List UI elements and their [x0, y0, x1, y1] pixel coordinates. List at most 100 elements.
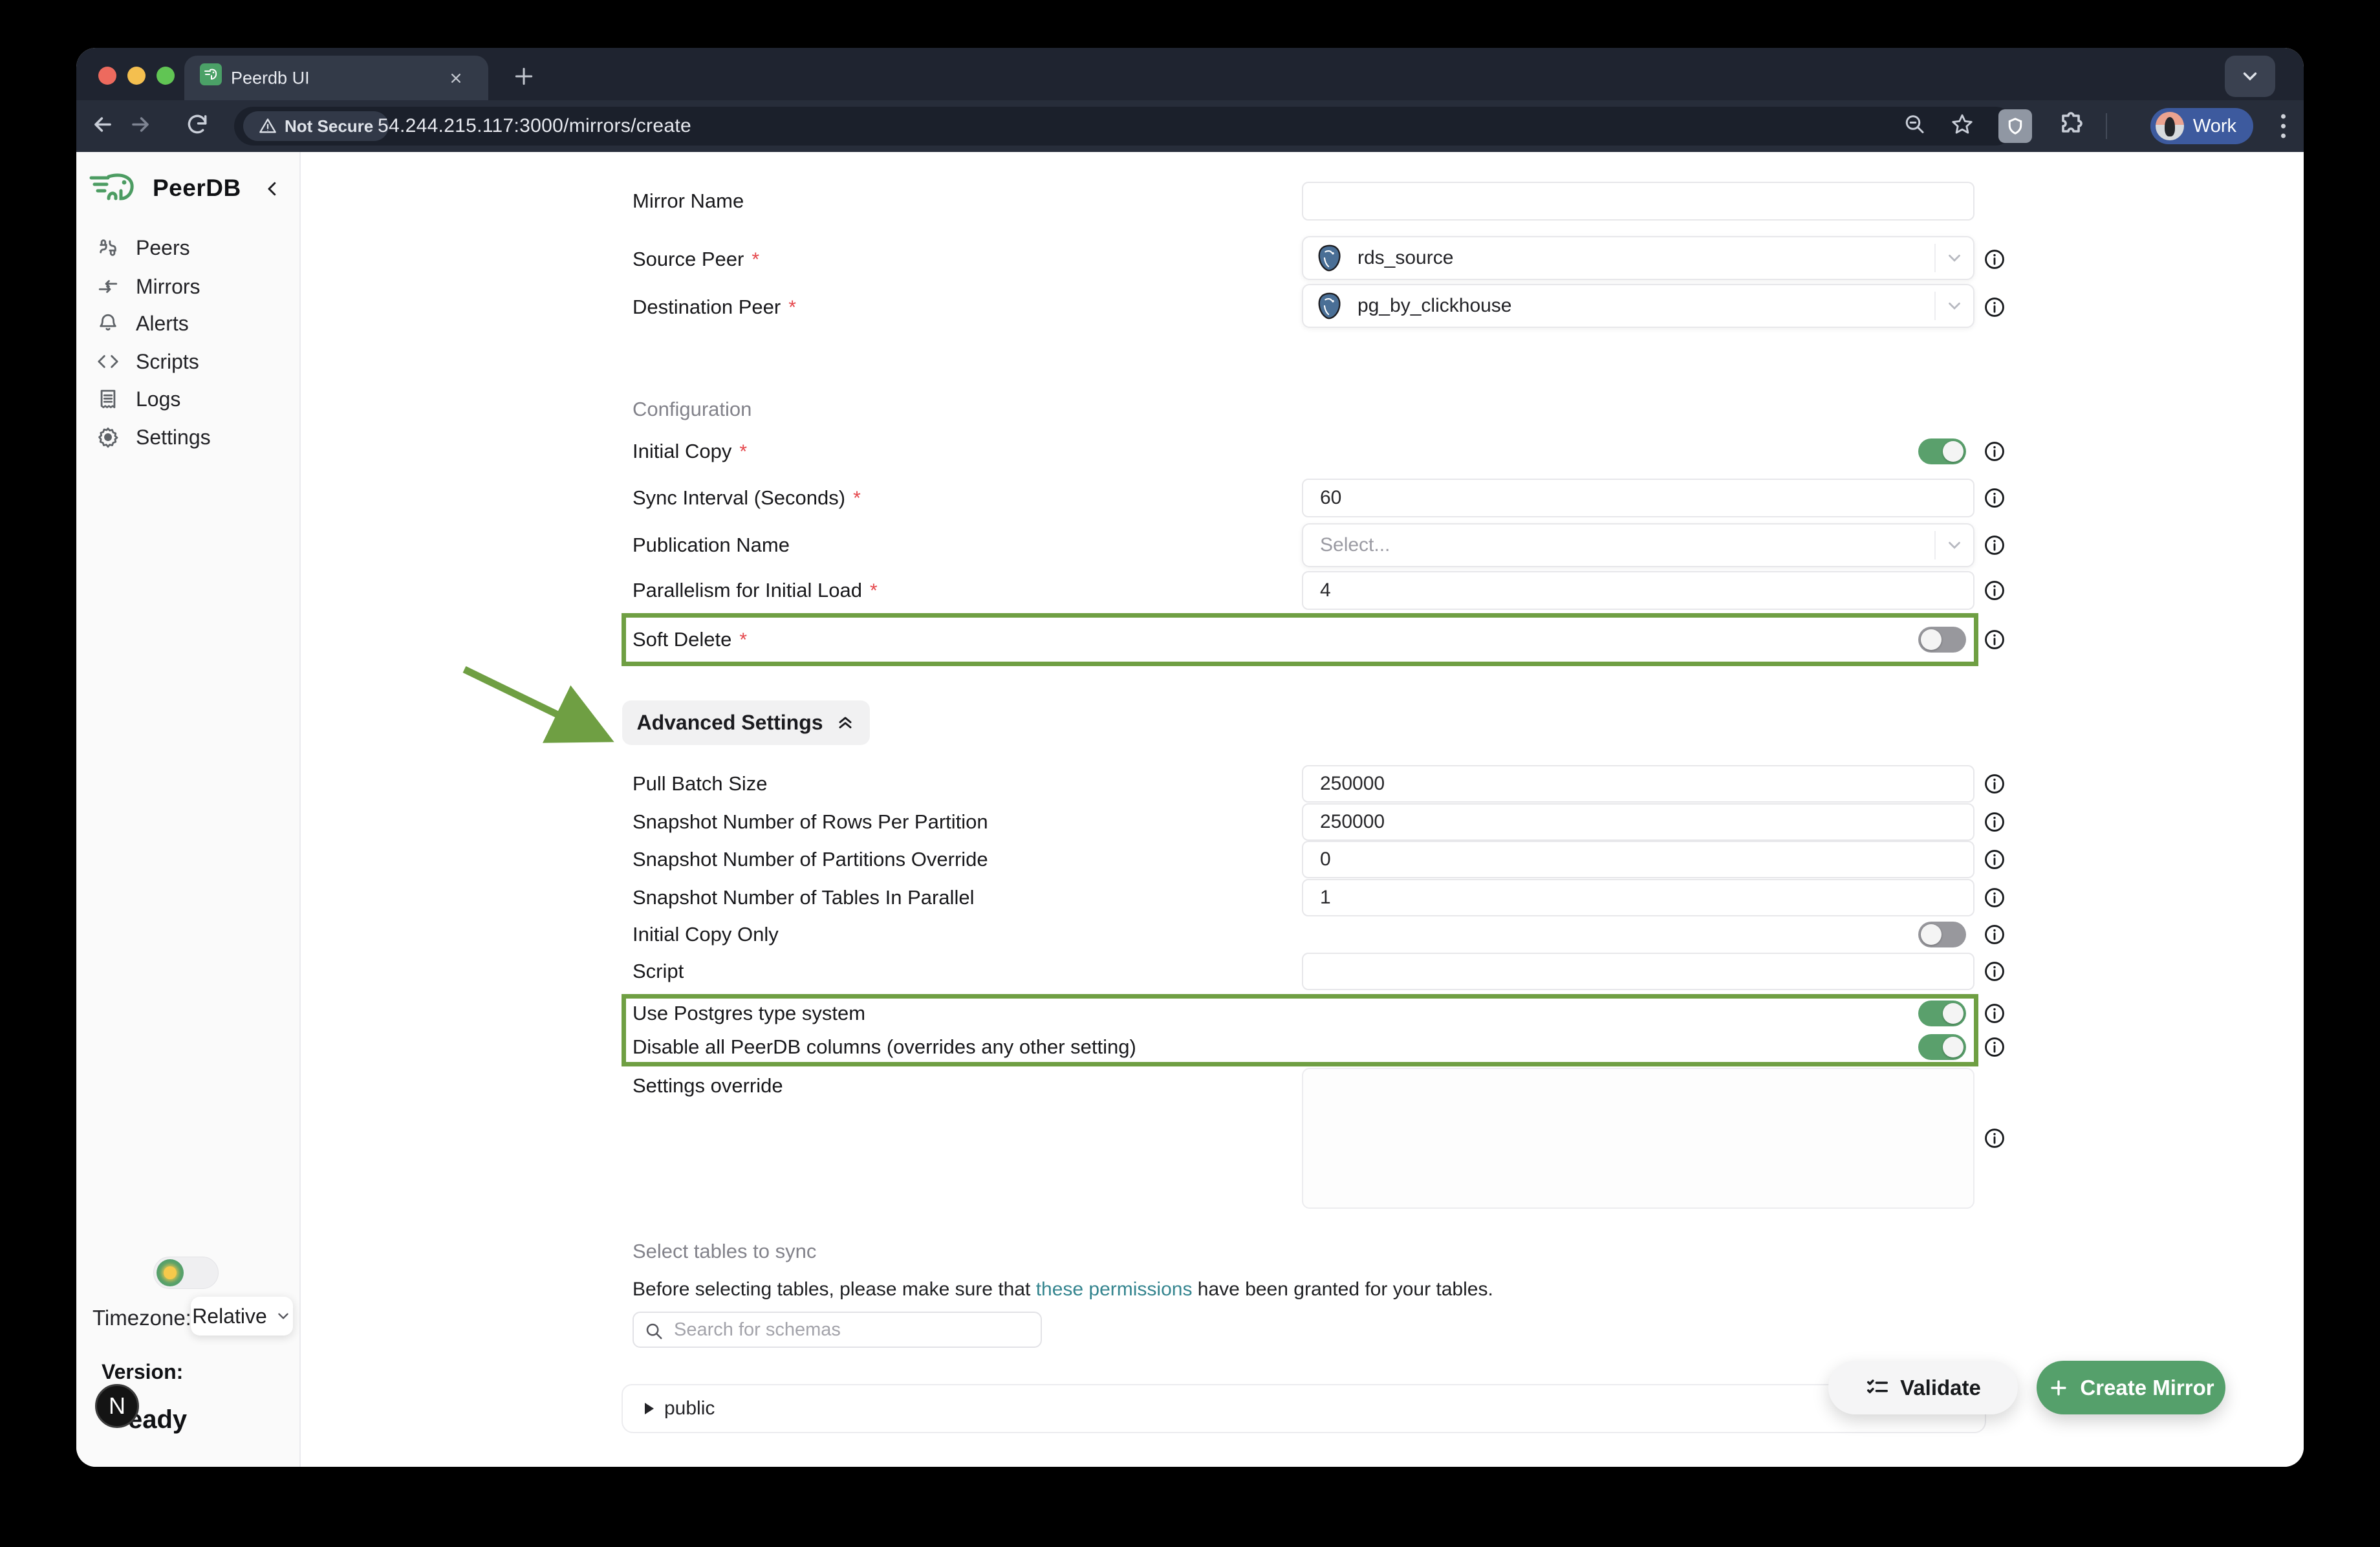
parallelism-input[interactable]	[1302, 571, 1974, 610]
snapshot-tables-input[interactable]	[1302, 879, 1974, 916]
bookmark-star-icon[interactable]	[1950, 113, 1974, 140]
settings-override-textarea[interactable]	[1302, 1068, 1974, 1209]
profile-name: Work	[2193, 116, 2236, 137]
shield-extension-icon[interactable]	[1998, 109, 2032, 143]
chevron-down-icon[interactable]	[1945, 296, 1964, 316]
sidebar-item-label: Scripts	[136, 350, 199, 374]
sidebar-item-scripts[interactable]: Scripts	[76, 343, 299, 380]
theme-toggle[interactable]	[153, 1257, 219, 1289]
chevron-down-icon[interactable]	[1945, 248, 1964, 268]
info-icon[interactable]	[1984, 440, 2006, 462]
sidebar-item-label: Logs	[136, 387, 180, 411]
bell-icon	[97, 312, 119, 334]
script-input[interactable]	[1302, 953, 1974, 990]
snapshot-rows-input[interactable]	[1302, 803, 1974, 841]
initial-copy-only-toggle[interactable]	[1918, 922, 1966, 947]
snapshot-tables-label: Snapshot Number of Tables In Parallel	[633, 886, 974, 909]
destination-peer-select[interactable]: pg_by_clickhouse	[1302, 284, 1974, 328]
validate-button[interactable]: Validate	[1828, 1361, 2018, 1414]
info-icon[interactable]	[1984, 887, 2006, 909]
sidebar-item-settings[interactable]: Settings	[76, 419, 299, 455]
source-peer-select[interactable]: rds_source	[1302, 236, 1974, 280]
sidebar-item-peers[interactable]: Peers	[76, 230, 299, 266]
list-checks-icon	[1865, 1376, 1890, 1400]
forward-icon[interactable]	[128, 113, 153, 140]
snapshot-partitions-label: Snapshot Number of Partitions Override	[633, 848, 988, 871]
info-icon[interactable]	[1984, 811, 2006, 833]
info-icon[interactable]	[1984, 960, 2006, 982]
back-icon[interactable]	[91, 113, 115, 140]
info-icon[interactable]	[1984, 1002, 2006, 1024]
initial-copy-label: Initial Copy*	[633, 440, 747, 463]
new-tab-icon[interactable]	[511, 63, 537, 89]
info-icon[interactable]	[1984, 1127, 2006, 1149]
pull-batch-size-input[interactable]	[1302, 765, 1974, 803]
pull-batch-size-label: Pull Batch Size	[633, 772, 768, 795]
publication-placeholder: Select...	[1320, 534, 1390, 556]
configuration-heading: Configuration	[633, 398, 752, 421]
tab-search-chevron-icon[interactable]	[2225, 56, 2275, 97]
extensions-puzzle-icon[interactable]	[2057, 111, 2088, 145]
warning-triangle-icon	[259, 117, 277, 135]
close-window-button[interactable]	[98, 67, 116, 85]
sidebar-item-mirrors[interactable]: Mirrors	[76, 268, 299, 305]
soft-delete-toggle[interactable]	[1918, 627, 1966, 653]
info-icon[interactable]	[1984, 487, 2006, 509]
publication-name-select[interactable]: Select...	[1302, 523, 1974, 567]
schema-row-public[interactable]: public	[645, 1398, 715, 1420]
arrows-mirror-icon	[97, 276, 119, 298]
info-icon[interactable]	[1984, 248, 2006, 270]
code-icon	[97, 351, 119, 373]
close-tab-icon[interactable]	[447, 69, 465, 87]
mirror-name-input[interactable]	[1302, 182, 1974, 221]
zoom-out-icon[interactable]	[1903, 113, 1927, 140]
disable-peerdb-columns-toggle[interactable]	[1918, 1034, 1966, 1060]
destination-peer-value: pg_by_clickhouse	[1358, 295, 1512, 317]
maximize-window-button[interactable]	[157, 67, 175, 85]
schema-search[interactable]	[633, 1312, 1042, 1348]
tab-title: Peerdb UI	[231, 68, 310, 88]
profile-chip[interactable]: Work	[2150, 108, 2253, 144]
advanced-settings-toggle[interactable]: Advanced Settings	[622, 700, 870, 745]
snapshot-partitions-input[interactable]	[1302, 841, 1974, 878]
nextjs-dev-badge[interactable]: N	[95, 1384, 139, 1428]
postgres-icon	[1315, 291, 1345, 321]
sidebar-item-alerts[interactable]: Alerts	[76, 305, 299, 341]
not-secure-chip[interactable]: Not Secure	[243, 111, 389, 141]
info-icon[interactable]	[1984, 924, 2006, 946]
sidebar-item-label: Settings	[136, 426, 211, 449]
use-postgres-type-toggle[interactable]	[1918, 1001, 1966, 1026]
info-icon[interactable]	[1984, 534, 2006, 556]
toolbar-divider	[2106, 113, 2107, 139]
schema-search-input[interactable]	[674, 1313, 1034, 1347]
sidebar-item-logs[interactable]: Logs	[76, 381, 299, 417]
chevrons-up-icon	[835, 713, 856, 733]
minimize-window-button[interactable]	[127, 67, 146, 85]
sync-interval-input[interactable]	[1302, 479, 1974, 517]
info-icon[interactable]	[1984, 629, 2006, 651]
chevron-down-icon[interactable]	[1945, 536, 1964, 555]
info-icon[interactable]	[1984, 773, 2006, 795]
browser-menu-icon[interactable]	[2281, 114, 2286, 138]
info-icon[interactable]	[1984, 296, 2006, 318]
annotation-box-soft-delete	[622, 613, 1978, 666]
info-icon[interactable]	[1984, 849, 2006, 871]
permissions-link[interactable]: these permissions	[1036, 1279, 1193, 1300]
timezone-select[interactable]: Relative	[191, 1297, 293, 1336]
parallelism-label: Parallelism for Initial Load*	[633, 579, 878, 602]
disable-peerdb-columns-label: Disable all PeerDB columns (overrides an…	[633, 1035, 1136, 1059]
timezone-label: Timezone:	[92, 1306, 191, 1330]
snapshot-rows-label: Snapshot Number of Rows Per Partition	[633, 810, 988, 834]
sidebar-collapse-icon[interactable]	[263, 179, 282, 202]
screenshot-canvas: Peerdb UI Not Secure 54.244.215.117	[0, 0, 2380, 1547]
browser-tab[interactable]: Peerdb UI	[184, 56, 488, 100]
browser-window: Peerdb UI Not Secure 54.244.215.117	[76, 48, 2304, 1467]
url-bar[interactable]: Not Secure 54.244.215.117:3000/mirrors/c…	[234, 107, 2015, 146]
source-peer-label: Source Peer*	[633, 248, 759, 271]
reload-icon[interactable]	[185, 113, 210, 140]
info-icon[interactable]	[1984, 1036, 2006, 1058]
timezone-value: Relative	[192, 1304, 267, 1328]
create-mirror-button[interactable]: Create Mirror	[2037, 1361, 2225, 1414]
initial-copy-toggle[interactable]	[1918, 438, 1966, 464]
info-icon[interactable]	[1984, 579, 2006, 601]
